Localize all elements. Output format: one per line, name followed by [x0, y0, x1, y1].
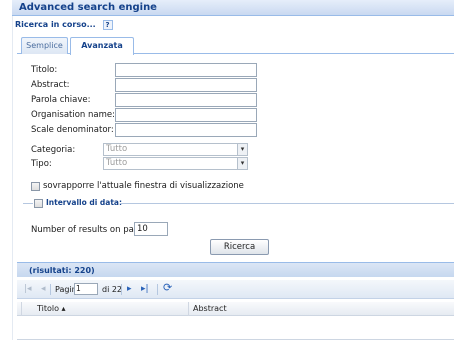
ricerca-button[interactable]: Ricerca	[210, 239, 269, 255]
abstract-label: Abstract:	[31, 80, 70, 90]
toolbar-separator	[157, 284, 158, 295]
toolbar-separator	[50, 284, 51, 295]
next-page-icon[interactable]: ▸	[127, 283, 132, 295]
organisation-name-label: Organisation name:	[31, 110, 115, 120]
prev-page-icon[interactable]: ◂	[41, 283, 46, 295]
parola-chiave-label: Parola chiave:	[31, 95, 91, 105]
search-status: Ricerca in corso... ?	[15, 18, 113, 31]
panel-left-border	[12, 16, 13, 340]
date-interval-checkbox[interactable]	[34, 199, 43, 208]
dropdown-arrow-icon[interactable]: ▾	[237, 158, 247, 169]
status-text: Ricerca in corso...	[15, 20, 96, 29]
refresh-icon[interactable]: ⟳	[163, 282, 172, 294]
tipo-select[interactable]: Tutto ▾	[103, 157, 248, 170]
organisation-name-input[interactable]	[115, 108, 257, 122]
titolo-input[interactable]	[115, 63, 257, 77]
column-separator	[21, 302, 22, 316]
column-abstract[interactable]: Abstract	[193, 302, 227, 316]
help-icon[interactable]: ?	[102, 19, 113, 30]
date-interval-label: Intervallo di data:	[46, 198, 122, 207]
tab-semplice[interactable]: Semplice	[21, 37, 68, 54]
results-grid-header: Titolo ▴ Abstract	[17, 302, 454, 316]
fieldset-border	[120, 203, 454, 204]
overlay-checkbox[interactable]	[31, 182, 40, 191]
first-page-icon[interactable]: |◂	[24, 283, 32, 295]
results-grid-body	[17, 317, 454, 340]
categoria-value: Tutto	[106, 144, 128, 154]
column-titolo[interactable]: Titolo ▴	[37, 302, 66, 316]
results-per-page-label: Number of results on page:	[31, 225, 148, 235]
parola-chiave-input[interactable]	[115, 93, 257, 107]
column-separator	[188, 302, 189, 316]
scale-denominator-label: Scale denominator:	[31, 125, 114, 135]
scale-denominator-input[interactable]	[115, 123, 257, 137]
overlay-label: sovrapporre l'attuale finestra di visual…	[43, 181, 244, 191]
toolbar-separator	[121, 284, 122, 295]
page-number-input[interactable]: 1	[74, 283, 98, 295]
tipo-value: Tutto	[106, 158, 128, 168]
page-total: di 22	[102, 285, 123, 294]
search-tabs: Semplice Avanzata	[17, 35, 454, 55]
results-count: (risultati: 220)	[17, 262, 454, 277]
titolo-label: Titolo:	[31, 65, 58, 75]
categoria-select[interactable]: Tutto ▾	[103, 143, 248, 156]
results-per-page-input[interactable]: 10	[134, 222, 168, 236]
paging-toolbar: |◂ ◂ Pagina 1 di 22 ▸ ▸| ⟳	[17, 280, 454, 299]
fieldset-border	[23, 203, 33, 204]
tipo-label: Tipo:	[31, 159, 52, 169]
dropdown-arrow-icon[interactable]: ▾	[237, 144, 247, 155]
tab-avanzata[interactable]: Avanzata	[70, 37, 134, 55]
categoria-label: Categoria:	[31, 145, 76, 155]
window-title: Advanced search engine	[12, 0, 454, 16]
abstract-input[interactable]	[115, 78, 257, 92]
last-page-icon[interactable]: ▸|	[141, 283, 149, 295]
